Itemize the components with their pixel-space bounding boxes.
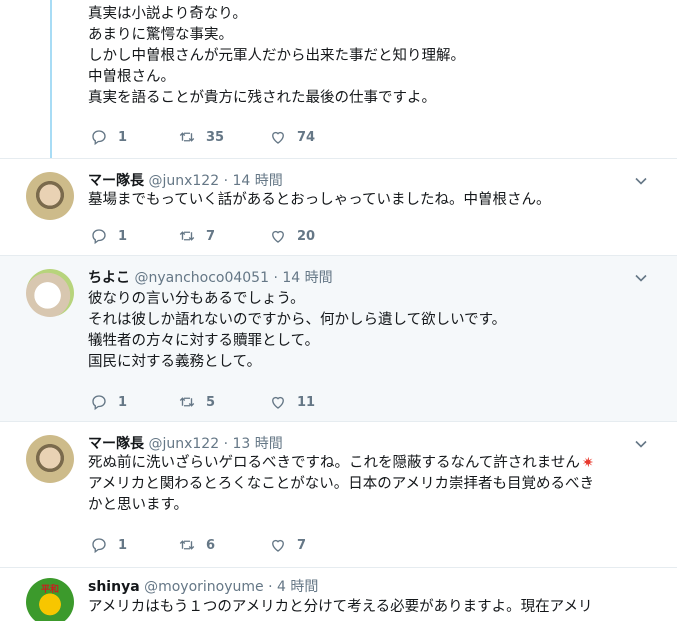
retweet-icon [179,231,195,241]
retweet-button[interactable]: 7 [178,227,215,245]
tweet-text-segment: 死ぬ前に洗いざらいゲロるべきですね。これを隠蔽するなんて許されません [88,455,580,471]
reply-count: 1 [118,537,128,553]
reply-icon [92,538,106,554]
tweet-text: 真実は小説より奇なり。 あまりに驚愕な事実。 しかし中曽根さんが元軍人だから出来… [88,4,637,109]
display-name[interactable]: shinya [88,579,140,595]
retweet-count: 5 [206,394,216,410]
reply-icon [92,229,106,245]
reply-count: 1 [118,129,128,145]
user-handle[interactable]: @junx122 [148,436,219,452]
reply-count: 1 [118,394,128,410]
retweet-icon [179,540,195,550]
tweet-text-line: 国民に対する義務として。 [88,354,262,370]
user-handle[interactable]: @junx122 [148,173,219,189]
retweet-button[interactable]: 35 [178,128,224,146]
tweet-text-line: それは彼しか語れないのですから、何かしら遺して欲しいです。 [88,312,507,328]
tweet-header: マー隊長 @junx122 · 13 時間 [88,433,283,453]
timestamp[interactable]: · 14 時間 [224,173,283,189]
tweet[interactable]: 平和 shinya @moyorinoyume · 4 時間 アメリカはもう１つ… [0,568,677,621]
reply-count: 1 [118,228,128,244]
tweet-text-line: 死ぬ前に洗いざらいゲロるべきですね。これを隠蔽するなんて許されません [88,453,637,474]
tweet-text-line: 真実は小説より奇なり。 [88,6,247,22]
tweet-text-line: 彼なりの言い分もあるでしょう。 [88,291,305,307]
reply-icon [92,130,106,146]
anger-emoji-icon [582,456,594,468]
tweet-text-line: 犠牲者の方々に対する贖罪として。 [88,333,320,349]
avatar-text: 平和 [40,585,59,595]
like-count: 11 [297,394,316,410]
retweet-count: 6 [206,537,216,553]
chevron-down-icon[interactable] [635,272,647,284]
like-icon [272,230,284,243]
like-icon [272,539,284,552]
avatar[interactable] [26,435,74,483]
reply-icon [92,395,106,411]
like-icon [272,396,284,409]
retweet-button[interactable]: 6 [178,536,215,554]
tweet-text-line: あまりに驚愕な事実。 [88,27,233,43]
tweet[interactable]: マー隊長 @junx122 · 13 時間 死ぬ前に洗いざらいゲロるべきですね。… [0,422,677,567]
tweet[interactable]: マー隊長 @junx122 · 14 時間 墓場までもっていく話があるとおっしゃ… [0,159,677,255]
like-count: 74 [297,129,316,145]
tweet-text: アメリカはもう１つのアメリカと分けて考える必要がありますよ。現在アメリ [88,597,637,618]
tweet-text: 彼なりの言い分もあるでしょう。 それは彼しか語れないのですから、何かしら遺して欲… [88,289,637,373]
tweet-text: 墓場までもっていく話があるとおっしゃっていましたね。中曽根さん。 [88,190,637,211]
tweet-header: ちよこ @nyanchoco04051 · 14 時間 [88,267,333,287]
tweet-text-line: かと思います。 [88,497,189,513]
retweet-icon [179,132,195,142]
reply-button[interactable]: 1 [90,393,127,411]
display-name[interactable]: ちよこ [88,270,130,286]
tweet-header: shinya @moyorinoyume · 4 時間 [88,576,318,596]
retweet-icon [179,397,195,407]
like-button[interactable]: 11 [269,393,315,411]
tweet-text-line: アメリカと関わるとろくなことがない。日本のアメリカ崇拝者も目覚めるべき [88,476,595,492]
avatar[interactable] [26,172,74,220]
timestamp[interactable]: · 4 時間 [268,579,318,595]
chevron-down-icon[interactable] [635,438,647,450]
tweet-text-line: アメリカはもう１つのアメリカと分けて考える必要がありますよ。現在アメリ [88,599,593,615]
avatar[interactable] [26,269,74,317]
display-name[interactable]: マー隊長 [88,173,144,189]
retweet-count: 35 [206,129,225,145]
tweet-text-line: 中曽根さん。 [88,69,175,85]
retweet-button[interactable]: 5 [178,393,215,411]
like-button[interactable]: 74 [269,128,315,146]
tweet-text-line: しかし中曽根さんが元軍人だから出来た事だと知り理解。 [88,48,465,64]
avatar[interactable]: 平和 [26,578,74,621]
tweet-text: 死ぬ前に洗いざらいゲロるべきですね。これを隠蔽するなんて許されません アメリカと… [88,453,637,516]
tweet-text-line: 墓場までもっていく話があるとおっしゃっていましたね。中曽根さん。 [88,192,551,208]
timestamp[interactable]: · 14 時間 [273,270,332,286]
reply-button[interactable]: 1 [90,128,127,146]
user-handle[interactable]: @moyorinoyume [144,579,264,595]
like-count: 7 [297,537,307,553]
tweet[interactable]: 真実は小説より奇なり。 あまりに驚愕な事実。 しかし中曽根さんが元軍人だから出来… [0,0,677,158]
reply-button[interactable]: 1 [90,227,127,245]
user-handle[interactable]: @nyanchoco04051 [134,270,269,286]
like-icon [272,131,284,144]
tweet[interactable]: ちよこ @nyanchoco04051 · 14 時間 彼なりの言い分もあるでし… [0,256,677,421]
tweet-text-line: 真実を語ることが貴方に残された最後の仕事ですよ。 [88,90,436,106]
display-name[interactable]: マー隊長 [88,436,144,452]
tweet-header: マー隊長 @junx122 · 14 時間 [88,170,283,190]
like-count: 20 [297,228,316,244]
like-button[interactable]: 7 [269,536,306,554]
like-button[interactable]: 20 [269,227,315,245]
reply-button[interactable]: 1 [90,536,127,554]
timestamp[interactable]: · 13 時間 [224,436,283,452]
retweet-count: 7 [206,228,216,244]
chevron-down-icon[interactable] [635,175,647,187]
